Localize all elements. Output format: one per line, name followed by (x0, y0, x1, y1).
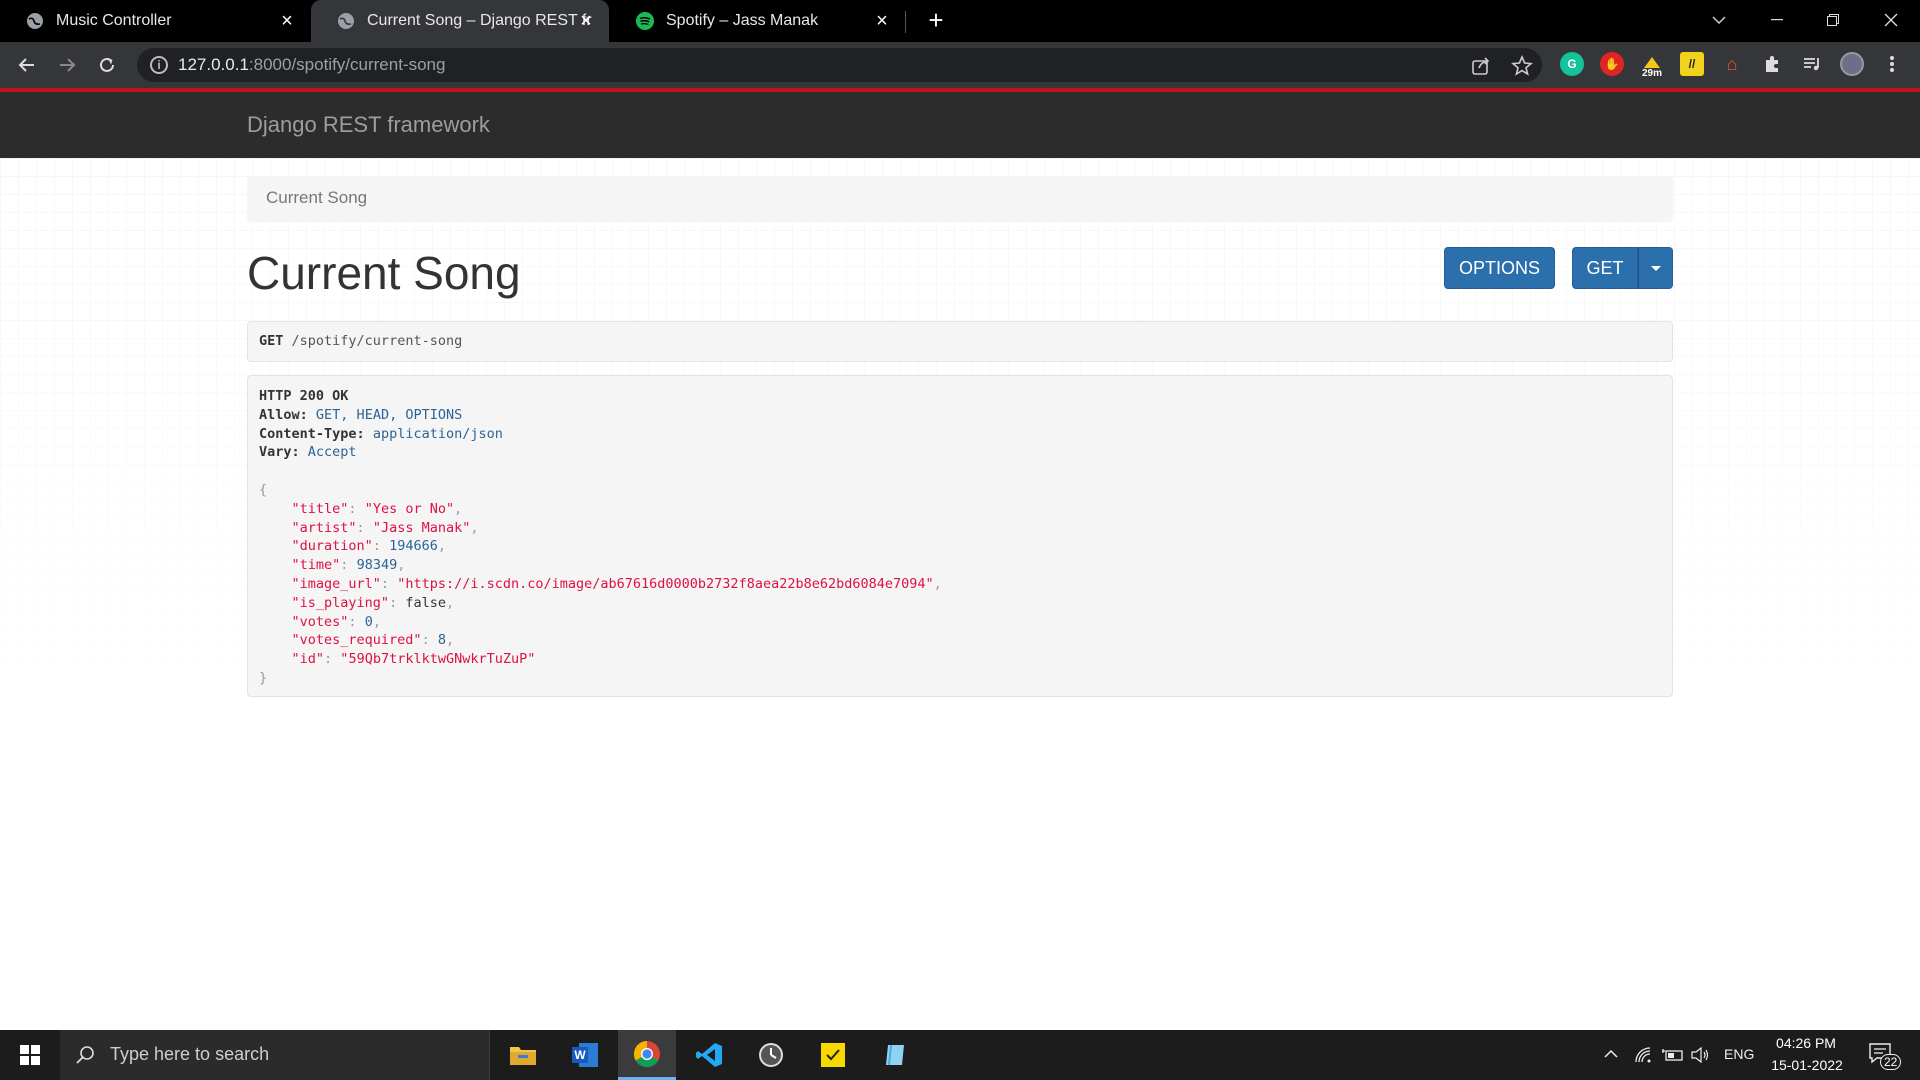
windows-start-icon[interactable] (0, 1030, 60, 1080)
battery-icon[interactable] (1661, 1047, 1684, 1063)
show-hidden-icons-chevron-up-icon[interactable] (1603, 1046, 1619, 1062)
media-playlist-icon[interactable] (1800, 52, 1824, 76)
globe-icon (337, 12, 355, 30)
header-allow-value: GET, HEAD, OPTIONS (315, 406, 463, 423)
tab-separator (905, 11, 906, 33)
notes-extension-icon[interactable]: // (1680, 52, 1704, 76)
header-content-type-value: application/json (372, 425, 503, 442)
spotify-icon (636, 12, 654, 30)
close-tab-icon[interactable]: × (873, 11, 891, 31)
search-icon (74, 1044, 96, 1066)
notification-center-icon[interactable]: 22 (1868, 1042, 1902, 1070)
header-vary-key: Vary: (259, 444, 300, 461)
json-id-value: 59Qb7trklktwGNwkrTuZuP (348, 651, 528, 668)
chrome-icon[interactable] (618, 1030, 676, 1080)
taskbar-clock-time[interactable]: 04:26 PM (1776, 1035, 1836, 1051)
header-content-type-key: Content-Type: (259, 425, 365, 442)
tab-title: Current Song – Django REST fram (367, 12, 592, 29)
close-tab-icon[interactable]: × (278, 11, 296, 31)
minimize-button[interactable] (1754, 0, 1800, 40)
request-line: GET /spotify/current-song (259, 333, 462, 349)
breadcrumb: Current Song (247, 176, 1673, 222)
stop-hand-icon[interactable]: ✋ (1600, 52, 1624, 76)
taskbar-clock-date[interactable]: 15-01-2022 (1768, 1057, 1846, 1073)
caret-down-icon (1650, 265, 1661, 271)
wifi-icon[interactable] (1634, 1046, 1652, 1064)
grammarly-icon[interactable]: G (1560, 52, 1584, 76)
globe-icon (26, 12, 44, 30)
tab-search-chevron-icon[interactable] (1696, 0, 1742, 40)
options-button[interactable]: OPTIONS (1444, 247, 1555, 289)
breadcrumb-item-current-song[interactable]: Current Song (266, 188, 367, 207)
bookmark-star-icon[interactable] (1511, 54, 1533, 77)
site-info-icon[interactable]: i (150, 56, 168, 74)
drf-brand-link[interactable]: Django REST framework (247, 112, 490, 138)
get-format-dropdown-button[interactable] (1638, 247, 1673, 289)
json-votes-required-value: 8 (437, 632, 446, 649)
close-window-button[interactable] (1868, 0, 1914, 40)
file-explorer-icon[interactable] (494, 1030, 552, 1080)
profile-avatar[interactable] (1840, 52, 1864, 76)
extensions-puzzle-icon[interactable] (1760, 52, 1784, 76)
tab-title: Music Controller (56, 12, 172, 29)
request-path: /spotify/current-song (291, 333, 463, 349)
back-arrow-icon[interactable] (12, 50, 42, 80)
clock-app-icon[interactable] (742, 1030, 800, 1080)
taskbar-search-placeholder[interactable]: Type here to search (110, 1044, 269, 1065)
word-icon[interactable]: W (556, 1030, 614, 1080)
json-is-playing-value: false (405, 594, 446, 611)
page-title: Current Song (247, 247, 521, 299)
forward-arrow-icon[interactable] (52, 50, 82, 80)
json-title-value: Yes or No (372, 500, 446, 517)
response-content: HTTP 200 OK Allow: GET, HEAD, OPTIONS Co… (259, 388, 942, 686)
vscode-icon[interactable] (680, 1030, 738, 1080)
header-vary-value: Accept (307, 444, 357, 461)
snipping-tool-icon[interactable] (866, 1030, 924, 1080)
volume-icon[interactable] (1690, 1046, 1710, 1064)
tab-title: Spotify – Jass Manak (666, 12, 819, 29)
new-tab-button[interactable]: + (924, 7, 948, 33)
timer-extension-icon[interactable]: 29m (1640, 52, 1664, 82)
header-allow-key: Allow: (259, 406, 308, 423)
json-time-value: 98349 (356, 557, 398, 574)
json-duration-value: 194666 (389, 538, 438, 555)
input-language-indicator[interactable]: ENG (1724, 1046, 1754, 1062)
json-votes-value: 0 (364, 613, 373, 630)
restore-button[interactable] (1810, 0, 1856, 40)
url-text[interactable]: 127.0.0.1:8000/spotify/current-song (178, 55, 445, 75)
sticky-notes-icon[interactable] (804, 1030, 862, 1080)
tab-current-song[interactable]: Current Song – Django REST fram × (311, 0, 609, 42)
svg-text:W: W (574, 1048, 586, 1062)
browser-menu-icon[interactable] (1880, 52, 1904, 76)
notification-count-badge: 22 (1880, 1054, 1902, 1070)
share-icon[interactable] (1470, 55, 1492, 77)
response-status: HTTP 200 OK (259, 388, 349, 404)
json-artist-value: Jass Manak (380, 519, 463, 536)
tab-spotify[interactable]: Spotify – Jass Manak × (610, 0, 906, 42)
get-button[interactable]: GET (1572, 247, 1638, 289)
flame-extension-icon[interactable]: ⌂ (1720, 52, 1744, 76)
json-image-url-value[interactable]: https://i.scdn.co/image/ab67616d0000b273… (405, 576, 925, 592)
request-method: GET (259, 333, 284, 349)
reload-icon[interactable] (92, 50, 122, 80)
tab-music-controller[interactable]: Music Controller × (0, 0, 310, 42)
close-tab-icon[interactable]: × (577, 11, 595, 31)
